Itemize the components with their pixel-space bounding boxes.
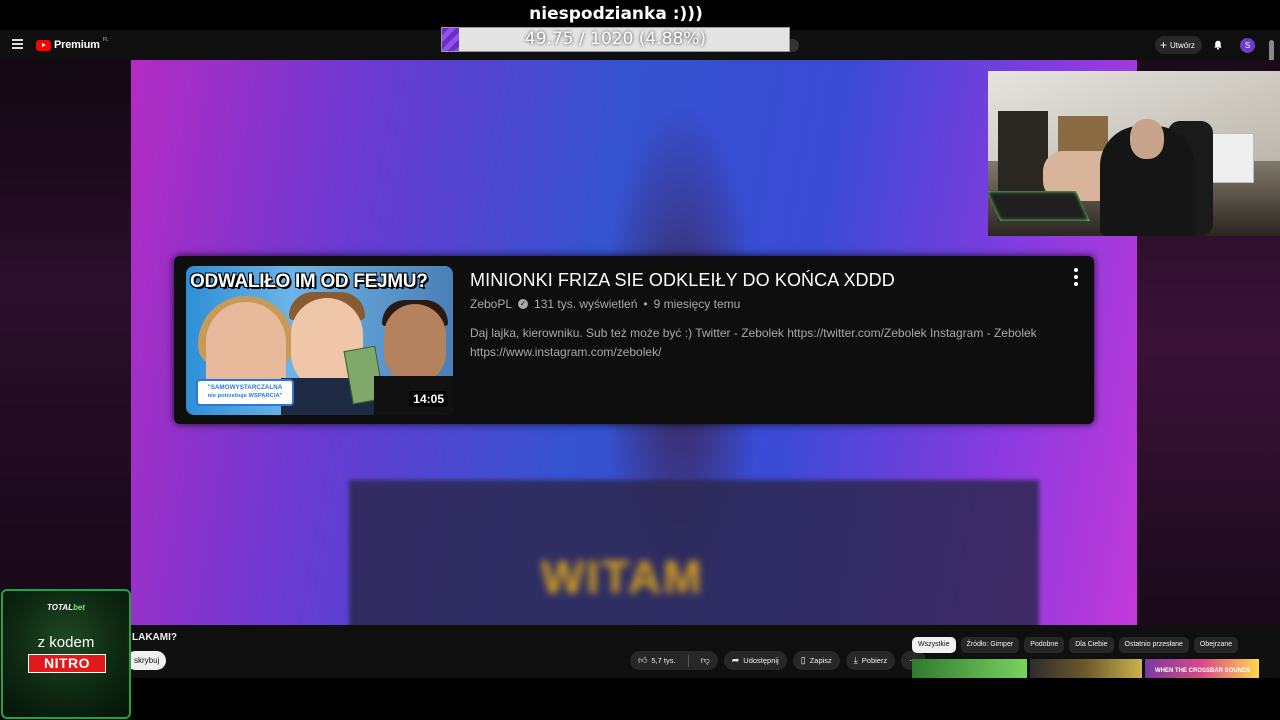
thumbnail-quote-bubble: "SAMOWYSTARCZALNA nie potrzebuje WSPARCI… xyxy=(196,379,294,406)
thumbnail-quote-line2: nie potrzebuje WSPARCIA" xyxy=(207,393,283,399)
youtube-premium-logo[interactable]: Premium PL xyxy=(36,37,109,51)
share-icon: ➦ xyxy=(731,655,740,665)
notifications-bell-icon[interactable] xyxy=(1213,40,1223,50)
account-avatar[interactable]: S xyxy=(1240,38,1255,53)
plus-icon: + xyxy=(1160,38,1168,52)
bookmark-icon: ▯ xyxy=(800,655,806,665)
stream-top-strip: niespodzianka :))) xyxy=(0,0,1280,30)
upload-age: 9 miesięcy temu xyxy=(653,297,741,311)
view-count: 131 tys. wyświetleń xyxy=(534,297,638,311)
webcam-streamer-head xyxy=(1130,119,1164,159)
video-description: Daj lajka, kierowniku. Sub też może być … xyxy=(470,326,1037,359)
sponsor-brand-part1: TOTAL xyxy=(47,603,73,612)
video-title[interactable]: MINIONKI FRIZA SIE ODKLEIŁY DO KOŃCA XDD… xyxy=(470,270,895,291)
thumbs-down-icon: 👎︎ xyxy=(700,655,710,665)
download-label: Pobierz xyxy=(861,656,888,665)
share-label: Udostępnij xyxy=(743,656,779,665)
sponsor-code-prefix: z kodem xyxy=(37,634,95,651)
logo-region: PL xyxy=(102,37,109,43)
sponsor-brand-part2: bet xyxy=(72,603,85,612)
donation-goal-title: niespodzianka :))) xyxy=(529,4,703,24)
create-label: Utwórz xyxy=(1170,40,1195,50)
sponsor-overlay: TOTALbet z kodem NITRO xyxy=(1,589,131,719)
meta-separator: • xyxy=(643,297,648,311)
video-meta: ZeboPL ✓ 131 tys. wyświetleń • 9 miesięc… xyxy=(470,297,740,311)
menu-icon[interactable] xyxy=(12,39,23,49)
video-search-result-card[interactable]: ODWALIŁO IM OD FEJMU? "SAMOWYSTARCZALNA … xyxy=(174,256,1094,424)
chip-recently-uploaded[interactable]: Ostatnio przesłane xyxy=(1118,637,1189,653)
youtube-play-icon xyxy=(36,39,51,51)
verified-check-icon: ✓ xyxy=(518,299,529,309)
save-label: Zapisz xyxy=(809,656,832,665)
chip-similar[interactable]: Podobne xyxy=(1024,637,1065,653)
recommended-thumbnail-text: WHEN THE CROSSBAR SOUNDS xyxy=(1155,668,1251,674)
blurred-stage-text: WITAM xyxy=(541,551,704,603)
download-button[interactable]: ⤓ Pobierz xyxy=(845,651,896,670)
channel-name[interactable]: ZeboPL xyxy=(470,297,512,311)
donation-goal-progress-text: 49.75 / 1020 (4.88%) xyxy=(524,29,707,49)
recommended-video-thumbnail[interactable]: WHEN THE CROSSBAR SOUNDS xyxy=(1145,659,1259,678)
thumb-person3-face xyxy=(384,304,446,384)
bottom-black-strip xyxy=(0,678,1280,720)
video-duration-badge: 14:05 xyxy=(409,391,448,407)
like-separator xyxy=(687,654,689,667)
dislike-button[interactable]: 👎︎ xyxy=(693,651,718,670)
create-button[interactable]: + Utwórz xyxy=(1155,36,1202,54)
video-thumbnail[interactable]: ODWALIŁO IM OD FEJMU? "SAMOWYSTARCZALNA … xyxy=(186,266,453,415)
thumbs-up-icon: 👍︎ xyxy=(638,655,648,665)
ambient-left xyxy=(0,60,131,625)
thumbnail-quote-line1: "SAMOWYSTARCZALNA xyxy=(207,384,283,391)
share-button[interactable]: ➦ Udostępnij xyxy=(723,651,787,670)
video-actions: 👍︎ 5,7 tys. 👎︎ ➦ Udostępnij ▯ Zapisz ⤓ P… xyxy=(630,651,927,670)
current-video-title: LAKAMI? xyxy=(132,632,177,643)
sponsor-logo: TOTALbet xyxy=(3,603,129,612)
recommended-video-thumbnail[interactable] xyxy=(912,659,1027,678)
sponsor-code: NITRO xyxy=(28,654,106,673)
chip-all[interactable]: Wszystkie xyxy=(912,637,956,653)
logo-text: Premium xyxy=(54,39,100,51)
chip-source-gimper[interactable]: Źródło: Gimper xyxy=(960,637,1020,653)
thumbnail-headline: ODWALIŁO IM OD FEJMU? xyxy=(190,271,428,292)
subscribe-button[interactable]: skrybuj xyxy=(126,651,167,670)
recommendation-filter-chips: Wszystkie Źródło: Gimper Podobne Dla Cie… xyxy=(912,637,1239,653)
recommended-video-thumbnail[interactable] xyxy=(1030,659,1142,678)
streamer-webcam xyxy=(988,71,1280,236)
donation-goal-progress-bar: 49.75 / 1020 (4.88%) xyxy=(441,27,790,52)
like-dislike-group: 👍︎ 5,7 tys. 👎︎ xyxy=(630,651,718,670)
chip-for-you[interactable]: Dla Ciebie xyxy=(1069,637,1114,653)
chip-watched[interactable]: Obejrzane xyxy=(1193,637,1239,653)
more-options-icon[interactable] xyxy=(1074,268,1078,286)
like-count: 5,7 tys. xyxy=(651,656,676,665)
webcam-keyboard xyxy=(988,191,1090,221)
save-button[interactable]: ▯ Zapisz xyxy=(792,651,840,670)
like-button[interactable]: 👍︎ 5,7 tys. xyxy=(630,651,684,670)
download-icon: ⤓ xyxy=(853,655,858,665)
